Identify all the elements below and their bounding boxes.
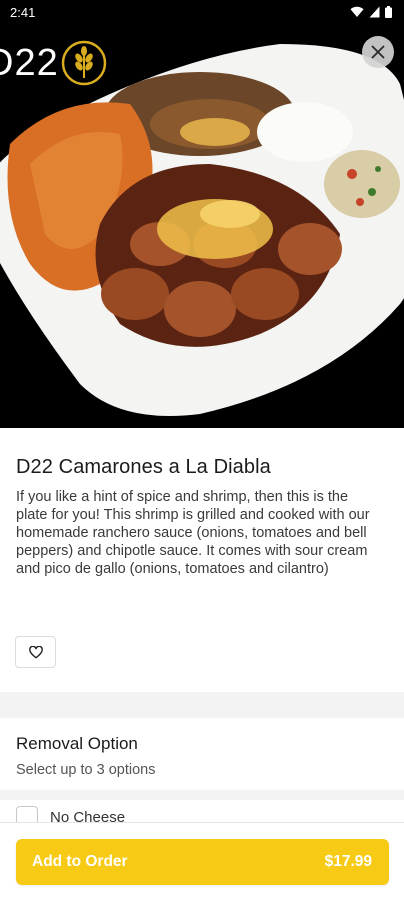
brand-text: D22 (0, 41, 59, 84)
battery-icon (385, 6, 392, 18)
wheat-logo-icon (61, 40, 106, 86)
status-time: 2:41 (10, 4, 36, 20)
bottom-bar: Add to Order $17.99 (0, 822, 404, 900)
option-group-subtitle: Select up to 3 options (16, 762, 156, 778)
item-description: If you like a hint of spice and shrimp, … (16, 489, 370, 577)
close-icon (371, 45, 385, 59)
wifi-icon (350, 6, 364, 18)
favorite-button[interactable] (15, 636, 56, 668)
add-to-order-label: Add to Order (32, 853, 128, 870)
status-bar: 2:41 (0, 0, 404, 24)
status-icons (350, 6, 392, 18)
brand-logo: D22 (0, 40, 107, 86)
order-price: $17.99 (324, 853, 372, 870)
hero-image: D22 (0, 24, 404, 428)
item-title: D22 Camarones a La Diabla (16, 456, 271, 478)
option-divider (0, 790, 404, 800)
add-to-order-button[interactable]: Add to Order $17.99 (16, 839, 389, 885)
close-button[interactable] (362, 36, 394, 68)
signal-icon (369, 6, 380, 18)
heart-icon (28, 645, 43, 658)
section-divider (0, 692, 404, 718)
option-group-title: Removal Option (16, 734, 138, 753)
